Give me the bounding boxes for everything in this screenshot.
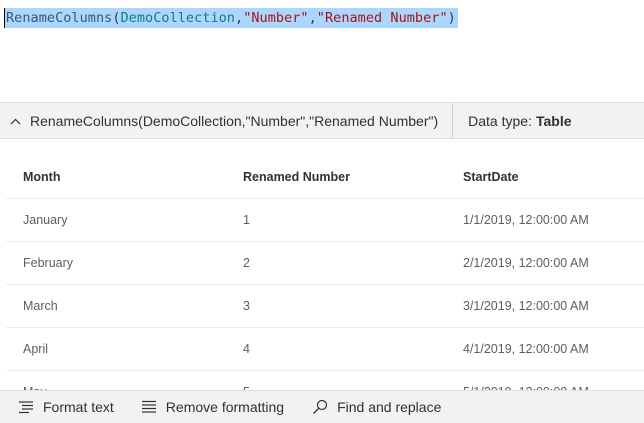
table-cell: 5: [226, 370, 446, 390]
search-icon: [312, 399, 328, 415]
editor-toolbar: Format text Remove formatting Find and r…: [0, 390, 644, 423]
formula-comma: ,: [308, 10, 317, 26]
table-row: February 2 2/1/2019, 12:00:00 AM: [6, 241, 644, 285]
table-cell: April: [6, 327, 226, 371]
formula-new-column-name: "Renamed Number": [316, 10, 448, 26]
result-table: Month Renamed Number StartDate January 1…: [6, 156, 644, 390]
data-type-value: Table: [535, 112, 572, 129]
chevron-up-icon: [10, 112, 21, 130]
table-cell: 1: [226, 198, 446, 242]
table-row: March 3 3/1/2019, 12:00:00 AM: [6, 284, 644, 328]
formula-open-paren: (: [112, 10, 121, 26]
table-cell: February: [6, 241, 226, 285]
formula-comma: ,: [235, 10, 244, 26]
remove-formatting-icon: [141, 400, 157, 414]
find-and-replace-button[interactable]: Find and replace: [312, 399, 441, 415]
column-header-renamed-number: Renamed Number: [226, 156, 446, 199]
table-cell: May: [6, 370, 226, 390]
formula-editor[interactable]: RenameColumns(DemoCollection,"Number","R…: [0, 0, 644, 102]
table-header-row: Month Renamed Number StartDate: [6, 156, 644, 199]
table-cell: 1/1/2019, 12:00:00 AM: [446, 198, 644, 242]
table-cell: 2: [226, 241, 446, 285]
table-row: May 5 5/1/2019, 12:00:00 AM: [6, 370, 644, 390]
result-table-area[interactable]: Month Renamed Number StartDate January 1…: [0, 139, 644, 390]
format-text-button[interactable]: Format text: [18, 399, 114, 415]
column-header-startdate: StartDate: [446, 156, 644, 199]
result-expression: RenameColumns(DemoCollection,"Number","R…: [30, 112, 439, 129]
remove-formatting-label: Remove formatting: [165, 399, 285, 415]
table-row: April 4 4/1/2019, 12:00:00 AM: [6, 327, 644, 371]
table-cell: March: [6, 284, 226, 328]
table-cell: 4: [226, 327, 446, 371]
column-header-month: Month: [6, 156, 226, 199]
remove-formatting-button[interactable]: Remove formatting: [141, 399, 284, 415]
formula-old-column-name: "Number": [243, 10, 309, 26]
data-type-label: Data type:: [468, 112, 532, 129]
collapse-button[interactable]: [0, 103, 30, 139]
table-cell: 2/1/2019, 12:00:00 AM: [446, 241, 644, 285]
format-text-label: Format text: [43, 399, 114, 415]
formula-collection-name: DemoCollection: [120, 10, 235, 26]
format-text-icon: [18, 400, 34, 414]
header-divider: [452, 102, 454, 139]
table-cell: 3: [226, 284, 446, 328]
table-cell: 4/1/2019, 12:00:00 AM: [446, 327, 644, 371]
table-cell: 5/1/2019, 12:00:00 AM: [446, 370, 644, 390]
table-row: January 1 1/1/2019, 12:00:00 AM: [6, 198, 644, 242]
find-and-replace-label: Find and replace: [337, 399, 442, 415]
table-cell: 3/1/2019, 12:00:00 AM: [446, 284, 644, 328]
text-caret: [4, 8, 5, 28]
formula-text[interactable]: RenameColumns(DemoCollection,"Number","R…: [4, 8, 458, 28]
result-header: RenameColumns(DemoCollection,"Number","R…: [0, 102, 644, 139]
formula-close-paren: ): [447, 10, 456, 26]
formula-function-name: RenameColumns: [6, 10, 113, 26]
data-type-indicator: Data type: Table: [468, 113, 571, 129]
table-cell: January: [6, 198, 226, 242]
